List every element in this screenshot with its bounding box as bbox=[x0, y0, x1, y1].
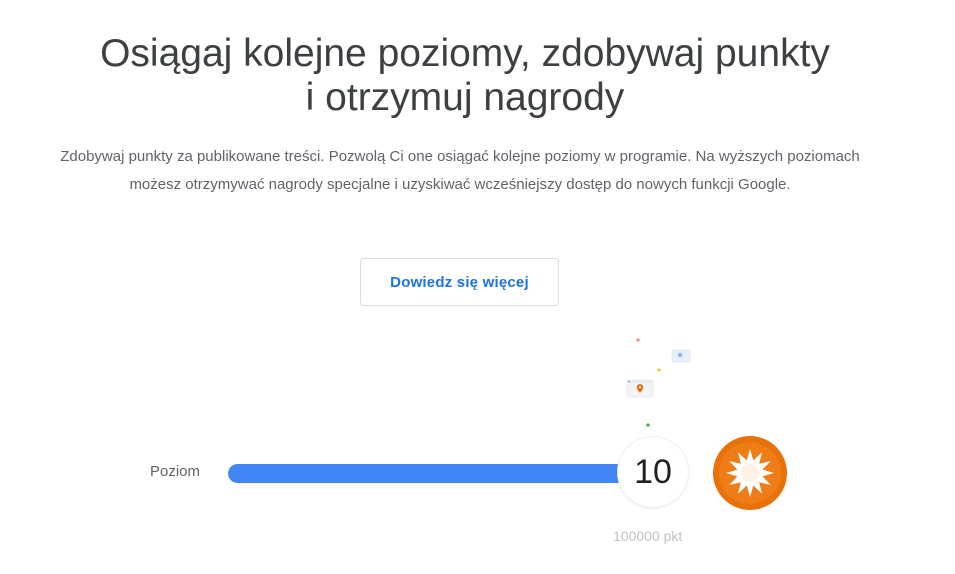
points-total: 100000 pkt bbox=[613, 528, 683, 544]
confetti-dot-green bbox=[646, 423, 650, 427]
levels-page: Osiągaj kolejne poziomy, zdobywaj punkty… bbox=[0, 0, 955, 574]
intro-text: Zdobywaj punkty za publikowane treści. P… bbox=[60, 148, 860, 193]
confetti-illustration-icon bbox=[626, 338, 691, 427]
confetti-dot-pink bbox=[636, 338, 640, 342]
level-progress-bar bbox=[228, 464, 628, 483]
page-title-line-2: i otrzymuj nagrody bbox=[305, 76, 625, 119]
starburst-badge-icon bbox=[713, 436, 787, 510]
page-title: Osiągaj kolejne poziomy, zdobywaj punkty… bbox=[0, 32, 930, 120]
page-title-line-1: Osiągaj kolejne poziomy, zdobywaj punkty bbox=[100, 32, 830, 75]
level-number: 10 bbox=[618, 437, 688, 507]
level-progress-fill bbox=[228, 464, 628, 483]
map-card-small-icon bbox=[671, 349, 691, 363]
learn-more-button[interactable]: Dowiedz się więcej bbox=[360, 258, 559, 306]
confetti-dot-yellow bbox=[657, 368, 661, 372]
level-label: Poziom bbox=[150, 463, 201, 480]
map-card-large-icon bbox=[626, 379, 654, 398]
